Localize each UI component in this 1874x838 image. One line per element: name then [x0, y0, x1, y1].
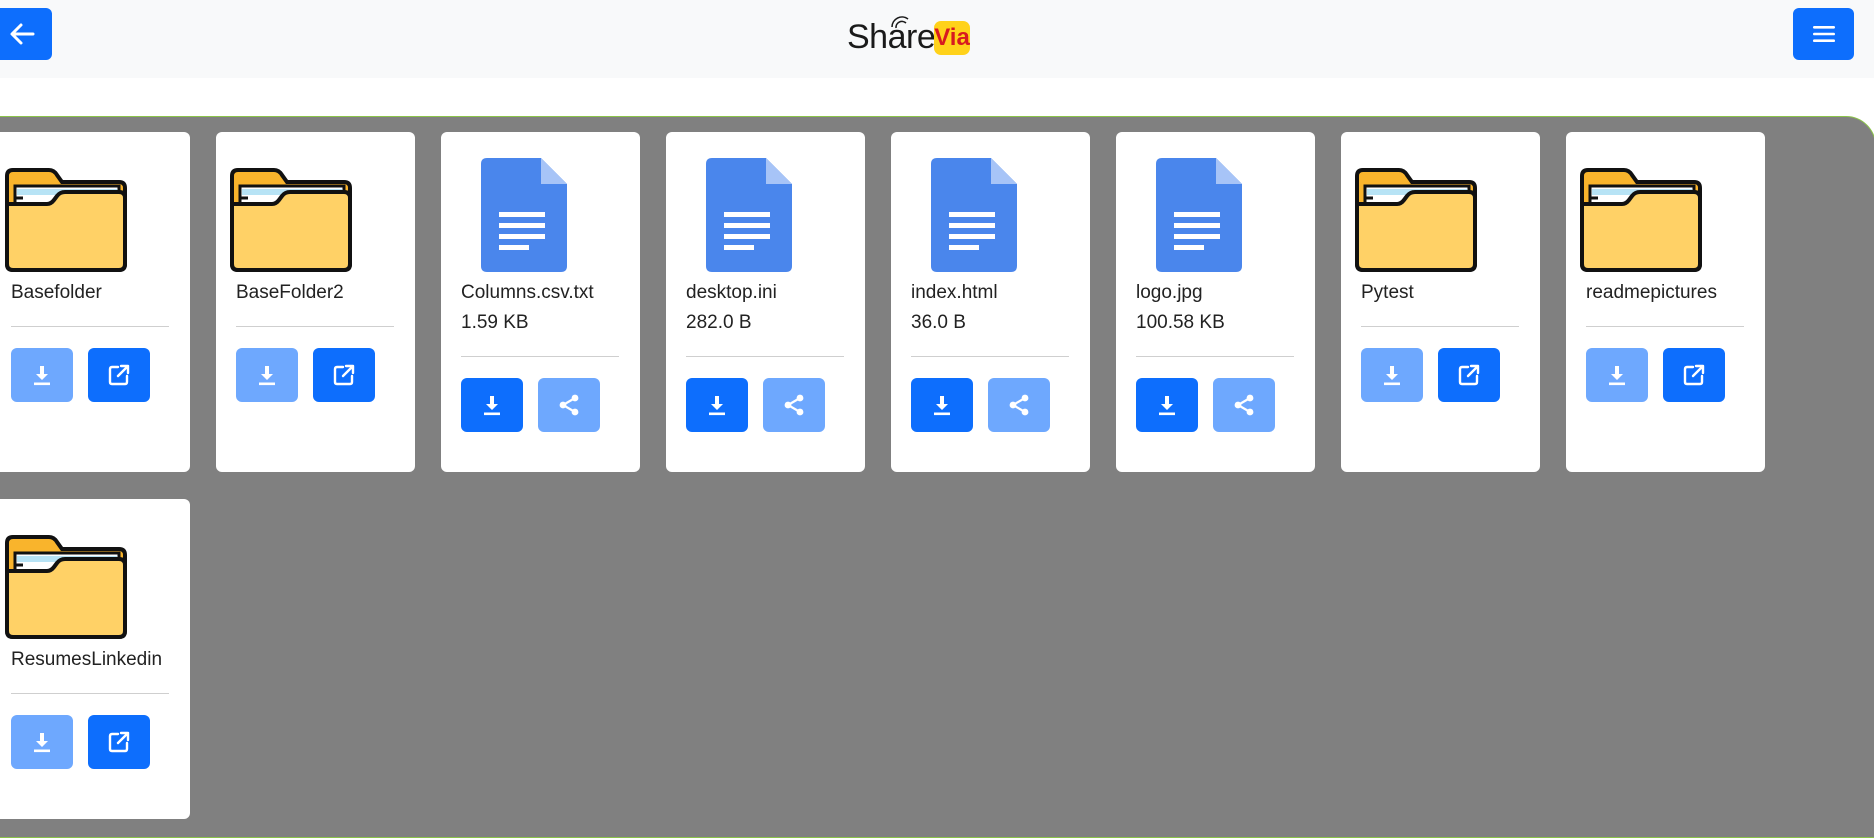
file-card[interactable]: index.html 36.0 B	[891, 132, 1090, 472]
folder-icon	[1353, 156, 1479, 274]
download-icon	[1380, 363, 1404, 387]
item-name: Columns.csv.txt	[461, 282, 594, 303]
file-card[interactable]: Columns.csv.txt 1.59 KB	[441, 132, 640, 472]
document-icon	[706, 156, 794, 274]
download-button[interactable]	[1136, 378, 1198, 432]
folder-card[interactable]: readmepictures	[1566, 132, 1765, 472]
item-name: ResumesLinkedin	[11, 649, 163, 670]
document-icon	[931, 156, 1019, 274]
item-name: BaseFolder2	[236, 282, 344, 303]
download-icon	[930, 393, 954, 417]
divider	[11, 326, 169, 327]
divider	[1361, 326, 1519, 327]
folder-card[interactable]: BaseFolder2	[216, 132, 415, 472]
folder-icon	[1578, 156, 1704, 274]
open-external-icon	[332, 363, 356, 387]
divider	[11, 693, 169, 694]
share-button[interactable]	[1213, 378, 1275, 432]
back-button[interactable]	[0, 8, 52, 60]
open-external-icon	[107, 363, 131, 387]
download-icon	[1155, 393, 1179, 417]
item-name: Basefolder	[11, 282, 102, 303]
hamburger-menu-icon	[1812, 26, 1835, 42]
download-button[interactable]	[911, 378, 973, 432]
download-button[interactable]	[236, 348, 298, 402]
share-button[interactable]	[763, 378, 825, 432]
download-button[interactable]	[11, 715, 73, 769]
open-folder-button[interactable]	[88, 715, 150, 769]
folder-card[interactable]: ResumesLinkedin	[0, 499, 190, 819]
divider	[911, 356, 1069, 357]
download-icon	[480, 393, 504, 417]
divider	[1136, 356, 1294, 357]
download-icon	[30, 363, 54, 387]
document-icon	[1156, 156, 1244, 274]
top-navbar: Share Via	[0, 0, 1874, 78]
item-name: desktop.ini	[686, 282, 777, 303]
download-button[interactable]	[1586, 348, 1648, 402]
folder-icon	[228, 156, 354, 274]
item-name: Pytest	[1361, 282, 1414, 303]
folder-icon	[3, 156, 129, 274]
download-button[interactable]	[461, 378, 523, 432]
share-icon	[1232, 393, 1256, 417]
divider	[1586, 326, 1744, 327]
download-button[interactable]	[11, 348, 73, 402]
download-icon	[1605, 363, 1629, 387]
open-folder-button[interactable]	[1438, 348, 1500, 402]
share-button[interactable]	[538, 378, 600, 432]
file-card[interactable]: logo.jpg 100.58 KB	[1116, 132, 1315, 472]
open-external-icon	[107, 730, 131, 754]
divider	[236, 326, 394, 327]
share-icon	[1007, 393, 1031, 417]
item-name: index.html	[911, 282, 998, 303]
open-external-icon	[1682, 363, 1706, 387]
open-folder-button[interactable]	[1663, 348, 1725, 402]
logo-text-share: Share	[847, 18, 936, 56]
file-card[interactable]: desktop.ini 282.0 B	[666, 132, 865, 472]
download-icon	[30, 730, 54, 754]
download-button[interactable]	[1361, 348, 1423, 402]
file-size: 282.0 B	[686, 312, 752, 333]
download-button[interactable]	[686, 378, 748, 432]
file-size: 36.0 B	[911, 312, 966, 333]
folder-card[interactable]: Basefolder	[0, 132, 190, 472]
download-icon	[705, 393, 729, 417]
share-icon	[557, 393, 581, 417]
download-icon	[255, 363, 279, 387]
divider	[461, 356, 619, 357]
sharevia-logo: Share Via	[847, 14, 972, 58]
item-name: readmepictures	[1586, 282, 1717, 303]
file-size: 1.59 KB	[461, 312, 529, 333]
folder-card[interactable]: Pytest	[1341, 132, 1540, 472]
folder-icon	[3, 523, 129, 641]
item-name: logo.jpg	[1136, 282, 1203, 303]
divider	[686, 356, 844, 357]
share-icon	[782, 393, 806, 417]
arrow-left-icon	[10, 23, 35, 45]
document-icon	[481, 156, 569, 274]
file-size: 100.58 KB	[1136, 312, 1225, 333]
open-folder-button[interactable]	[313, 348, 375, 402]
menu-button[interactable]	[1793, 8, 1854, 60]
open-folder-button[interactable]	[88, 348, 150, 402]
open-external-icon	[1457, 363, 1481, 387]
share-button[interactable]	[988, 378, 1050, 432]
logo-badge-via: Via	[934, 21, 970, 55]
